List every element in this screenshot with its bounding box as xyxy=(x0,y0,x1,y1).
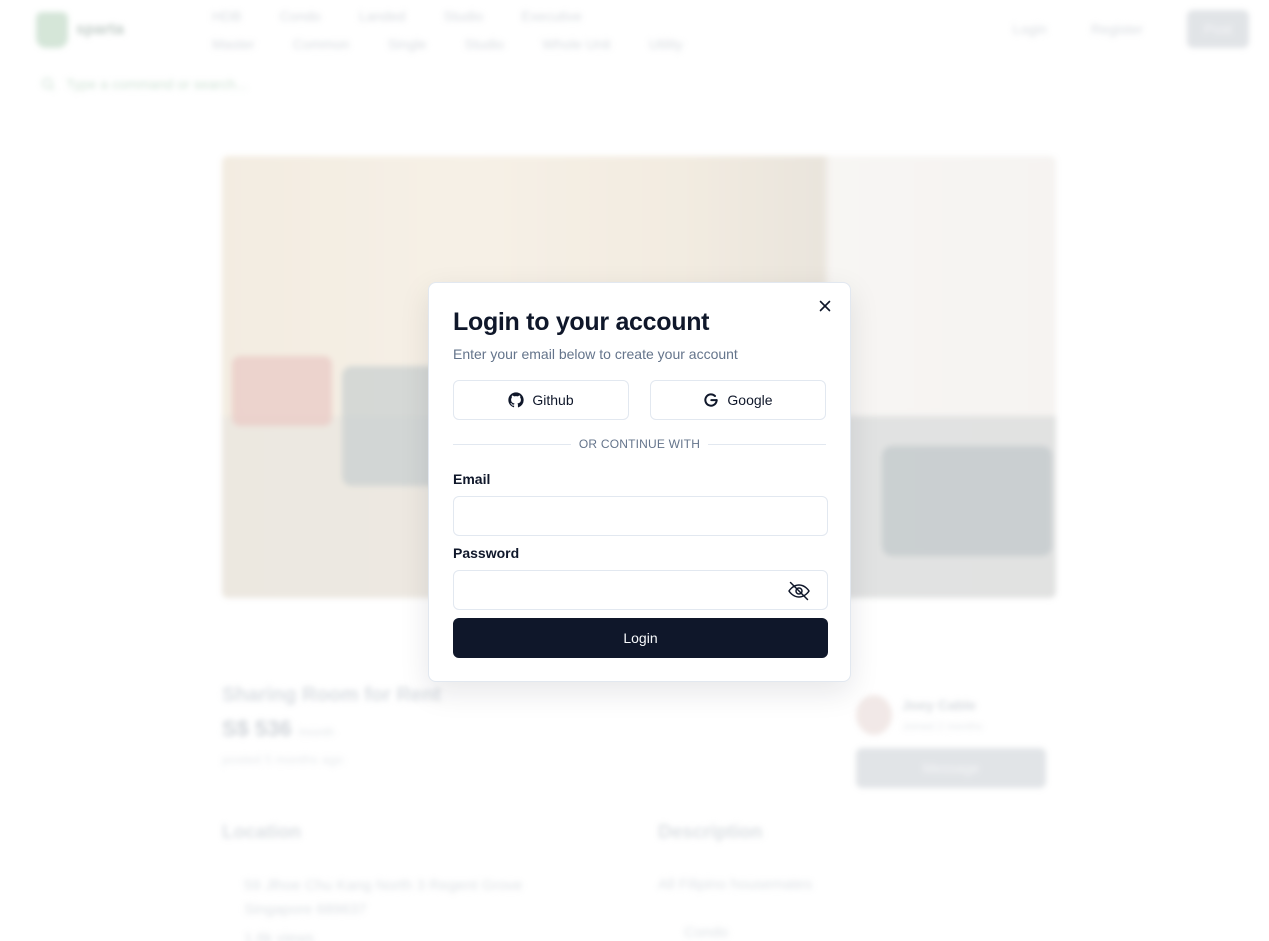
eye-off-icon xyxy=(788,581,810,601)
google-label: Google xyxy=(727,392,773,408)
email-label: Email xyxy=(453,471,491,487)
password-field-wrapper xyxy=(453,570,828,610)
google-button[interactable]: Google xyxy=(650,380,826,420)
or-divider: Or continue with xyxy=(453,436,826,452)
github-icon xyxy=(508,392,525,408)
github-button[interactable]: Github xyxy=(453,380,629,420)
google-icon xyxy=(704,393,719,407)
divider-text: Or continue with xyxy=(570,437,709,451)
password-field[interactable] xyxy=(454,571,827,609)
dialog-description: Enter your email below to create your ac… xyxy=(453,346,738,362)
login-dialog: Login to your account Enter your email b… xyxy=(428,282,851,682)
github-label: Github xyxy=(532,392,574,408)
dialog-title: Login to your account xyxy=(453,308,710,336)
close-icon xyxy=(819,300,831,312)
email-field[interactable] xyxy=(454,497,827,535)
password-label: Password xyxy=(453,545,520,561)
login-submit-button[interactable]: Login xyxy=(453,618,828,658)
toggle-password-visibility[interactable] xyxy=(787,579,811,603)
email-field-wrapper xyxy=(453,496,828,536)
social-login-row: Github Google xyxy=(453,380,826,420)
close-button[interactable] xyxy=(816,297,834,315)
